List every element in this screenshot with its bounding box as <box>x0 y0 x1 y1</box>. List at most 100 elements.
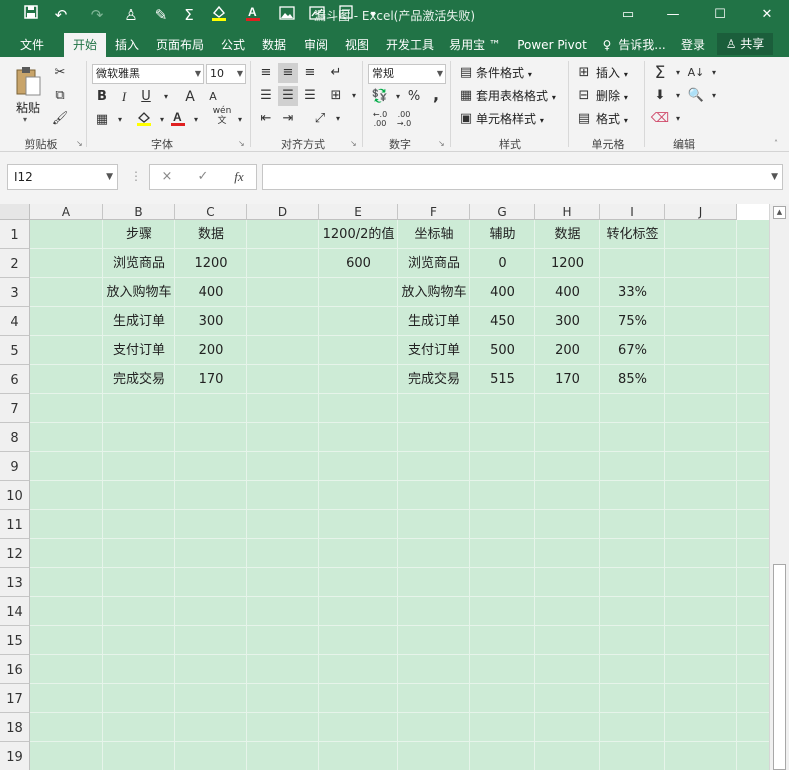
percent-button[interactable]: % <box>404 87 424 107</box>
insert-cells-button[interactable]: 插入 ▾ <box>596 63 628 83</box>
font-color-icon[interactable]: A <box>168 109 188 129</box>
cell-C4[interactable]: 300 <box>175 307 247 336</box>
format-as-table-button[interactable]: 套用表格格式 ▾ <box>476 86 556 106</box>
cell-I6[interactable]: 85% <box>600 365 665 394</box>
borders-icon[interactable]: ▦ <box>92 110 112 130</box>
lightbulb-icon[interactable]: ♀ <box>600 33 614 57</box>
font-color-dropdown-icon[interactable]: ▾ <box>186 110 206 130</box>
cell-area[interactable]: 步骤 数据 1200/2的值 坐标轴 辅助 数据 转化标签 浏览商品 1200 600 浏览商品 0 1… <box>30 220 769 770</box>
cell-I1[interactable]: 转化标签 <box>600 220 665 249</box>
column-header-D[interactable]: D <box>247 204 319 220</box>
orientation-dropdown-icon[interactable]: ▾ <box>328 109 348 129</box>
tab-insert[interactable]: 插入 <box>108 33 146 57</box>
tab-formulas[interactable]: 公式 <box>214 33 252 57</box>
align-bottom-icon[interactable]: ≡ <box>300 63 320 83</box>
autosum-dropdown-icon[interactable]: ▾ <box>668 63 688 83</box>
fill-dropdown-icon[interactable]: ▾ <box>668 86 688 106</box>
cell-G6[interactable]: 515 <box>470 365 535 394</box>
currency-icon[interactable]: 💱 <box>370 87 390 107</box>
font-launcher-icon[interactable]: ↘ <box>238 139 245 148</box>
cell-H4[interactable]: 300 <box>535 307 600 336</box>
cell-B4[interactable]: 生成订单 <box>103 307 175 336</box>
cell-B3[interactable]: 放入购物车 <box>103 278 175 307</box>
cell-H3[interactable]: 400 <box>535 278 600 307</box>
cell-F6[interactable]: 完成交易 <box>398 365 470 394</box>
align-middle-icon[interactable]: ≡ <box>278 63 298 83</box>
select-all-corner[interactable] <box>0 204 30 220</box>
column-header-E[interactable]: E <box>319 204 398 220</box>
expand-formula-icon[interactable]: ▼ <box>771 165 778 189</box>
cell-G2[interactable]: 0 <box>470 249 535 278</box>
cell-I5[interactable]: 67% <box>600 336 665 365</box>
cell-C3[interactable]: 400 <box>175 278 247 307</box>
clear-dropdown-icon[interactable]: ▾ <box>668 109 688 129</box>
row-header-4[interactable]: 4 <box>0 307 30 336</box>
row-header-19[interactable]: 19 <box>0 742 30 770</box>
cell-H2[interactable]: 1200 <box>535 249 600 278</box>
cell-B2[interactable]: 浏览商品 <box>103 249 175 278</box>
decrease-decimal-icon[interactable]: .00 →.0 <box>394 110 414 130</box>
row-header-15[interactable]: 15 <box>0 626 30 655</box>
row-header-8[interactable]: 8 <box>0 423 30 452</box>
wrap-text-icon[interactable]: ↵ <box>326 63 346 83</box>
cell-G1[interactable]: 辅助 <box>470 220 535 249</box>
tab-view[interactable]: 视图 <box>338 33 376 57</box>
cell-E2[interactable]: 600 <box>319 249 398 278</box>
tab-file[interactable]: 文件 <box>8 33 56 57</box>
row-header-12[interactable]: 12 <box>0 539 30 568</box>
conditional-format-icon[interactable]: ▤ <box>456 63 476 83</box>
cell-C5[interactable]: 200 <box>175 336 247 365</box>
cell-G5[interactable]: 500 <box>470 336 535 365</box>
column-header-H[interactable]: H <box>535 204 600 220</box>
cell-F4[interactable]: 生成订单 <box>398 307 470 336</box>
close-icon[interactable]: ✕ <box>750 2 784 28</box>
restore-icon[interactable]: ☐ <box>703 2 737 28</box>
fill-color-icon[interactable] <box>134 109 154 129</box>
row-header-7[interactable]: 7 <box>0 394 30 423</box>
paste-button[interactable]: 粘贴 ▾ <box>10 63 46 129</box>
shrink-font-button[interactable]: A <box>203 87 223 107</box>
cell-C1[interactable]: 数据 <box>175 220 247 249</box>
sort-dropdown-icon[interactable]: ▾ <box>704 63 724 83</box>
row-header-13[interactable]: 13 <box>0 568 30 597</box>
collapse-ribbon-icon[interactable]: ˄ <box>774 139 778 148</box>
formula-input[interactable]: ▼ <box>262 164 783 190</box>
column-header-C[interactable]: C <box>175 204 247 220</box>
cell-F2[interactable]: 浏览商品 <box>398 249 470 278</box>
column-header-J[interactable]: J <box>665 204 737 220</box>
cell-styles-button[interactable]: 单元格样式 ▾ <box>476 109 544 129</box>
cell-G4[interactable]: 450 <box>470 307 535 336</box>
cell-H5[interactable]: 200 <box>535 336 600 365</box>
delete-cells-icon[interactable]: ⊟ <box>574 86 594 106</box>
alignment-launcher-icon[interactable]: ↘ <box>350 139 357 148</box>
merge-center-icon[interactable]: ⊞ <box>326 86 346 106</box>
enter-icon[interactable]: ✓ <box>188 165 218 189</box>
bold-button[interactable]: B <box>92 87 112 107</box>
insert-function-icon[interactable]: fx <box>224 165 254 189</box>
borders-dropdown-icon[interactable]: ▾ <box>110 110 130 130</box>
ribbon-display-icon[interactable]: ▭ <box>611 2 645 28</box>
grow-font-button[interactable]: A <box>180 87 200 107</box>
row-header-3[interactable]: 3 <box>0 278 30 307</box>
cell-G3[interactable]: 400 <box>470 278 535 307</box>
cell-I4[interactable]: 75% <box>600 307 665 336</box>
phonetic-dropdown-icon[interactable]: ▾ <box>230 110 250 130</box>
merge-dropdown-icon[interactable]: ▾ <box>344 86 364 106</box>
row-header-17[interactable]: 17 <box>0 684 30 713</box>
increase-decimal-icon[interactable]: ←.0.00 <box>370 110 390 130</box>
tab-page-layout[interactable]: 页面布局 <box>150 33 210 57</box>
sign-in-link[interactable]: 登录 <box>676 33 710 57</box>
cell-H6[interactable]: 170 <box>535 365 600 394</box>
underline-button[interactable]: U <box>136 87 156 107</box>
increase-indent-icon[interactable]: ⇥ <box>278 109 298 129</box>
cell-F1[interactable]: 坐标轴 <box>398 220 470 249</box>
fill-down-icon[interactable]: ⬇ <box>650 86 670 106</box>
underline-dropdown-icon[interactable]: ▾ <box>156 87 176 107</box>
conditional-format-button[interactable]: 条件格式 ▾ <box>476 63 532 83</box>
tab-yiyongbao[interactable]: 易用宝 ™ <box>443 33 507 57</box>
cell-B5[interactable]: 支付订单 <box>103 336 175 365</box>
row-header-2[interactable]: 2 <box>0 249 30 278</box>
tab-developer[interactable]: 开发工具 <box>379 33 441 57</box>
tab-data[interactable]: 数据 <box>255 33 293 57</box>
format-cells-icon[interactable]: ▤ <box>574 109 594 129</box>
